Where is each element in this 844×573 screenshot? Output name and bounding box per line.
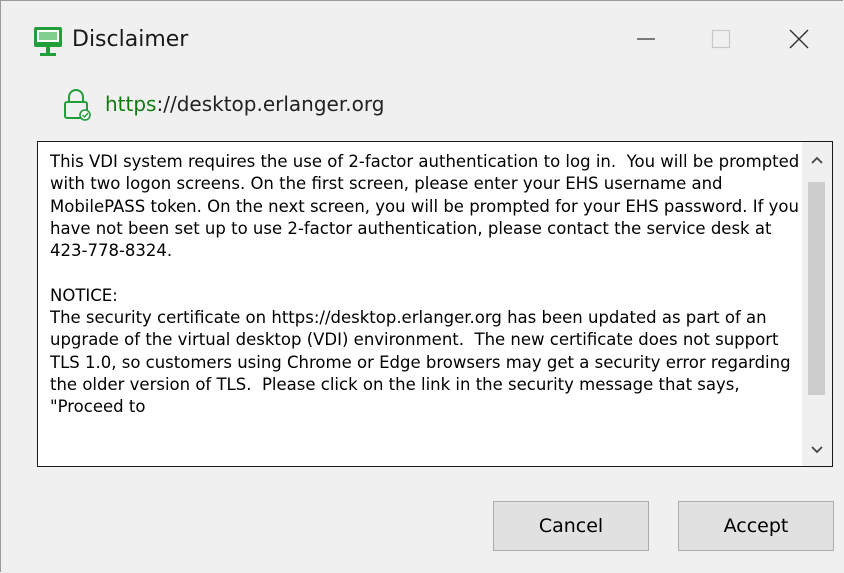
window-title: Disclaimer [72,27,189,52]
cancel-button[interactable]: Cancel [493,501,649,551]
accept-button[interactable]: Accept [678,501,834,551]
maximize-icon [711,29,731,53]
url-protocol: https [105,92,157,116]
title-bar[interactable]: Disclaimer [1,1,844,81]
minimize-button[interactable] [626,21,666,61]
close-button[interactable] [779,21,819,61]
disclaimer-text-box[interactable]: This VDI system requires the use of 2-fa… [37,141,833,467]
url-text: https://desktop.erlanger.org [105,89,384,119]
url-host: ://desktop.erlanger.org [156,92,385,116]
vertical-scrollbar[interactable] [802,142,832,466]
disclaimer-text: This VDI system requires the use of 2-fa… [50,152,800,417]
disclaimer-window: Disclaimer https://desktop.erlanger.org … [0,0,843,572]
remote-desktop-monitor-icon [33,25,63,59]
lock-icon [61,87,91,121]
maximize-button[interactable] [701,21,741,61]
chevron-down-icon [810,440,824,459]
scroll-down-button[interactable] [802,432,832,466]
close-icon [788,28,810,54]
minimize-icon [636,29,656,53]
scroll-up-button[interactable] [802,142,832,176]
chevron-up-icon [810,150,824,169]
scroll-thumb[interactable] [808,182,825,395]
